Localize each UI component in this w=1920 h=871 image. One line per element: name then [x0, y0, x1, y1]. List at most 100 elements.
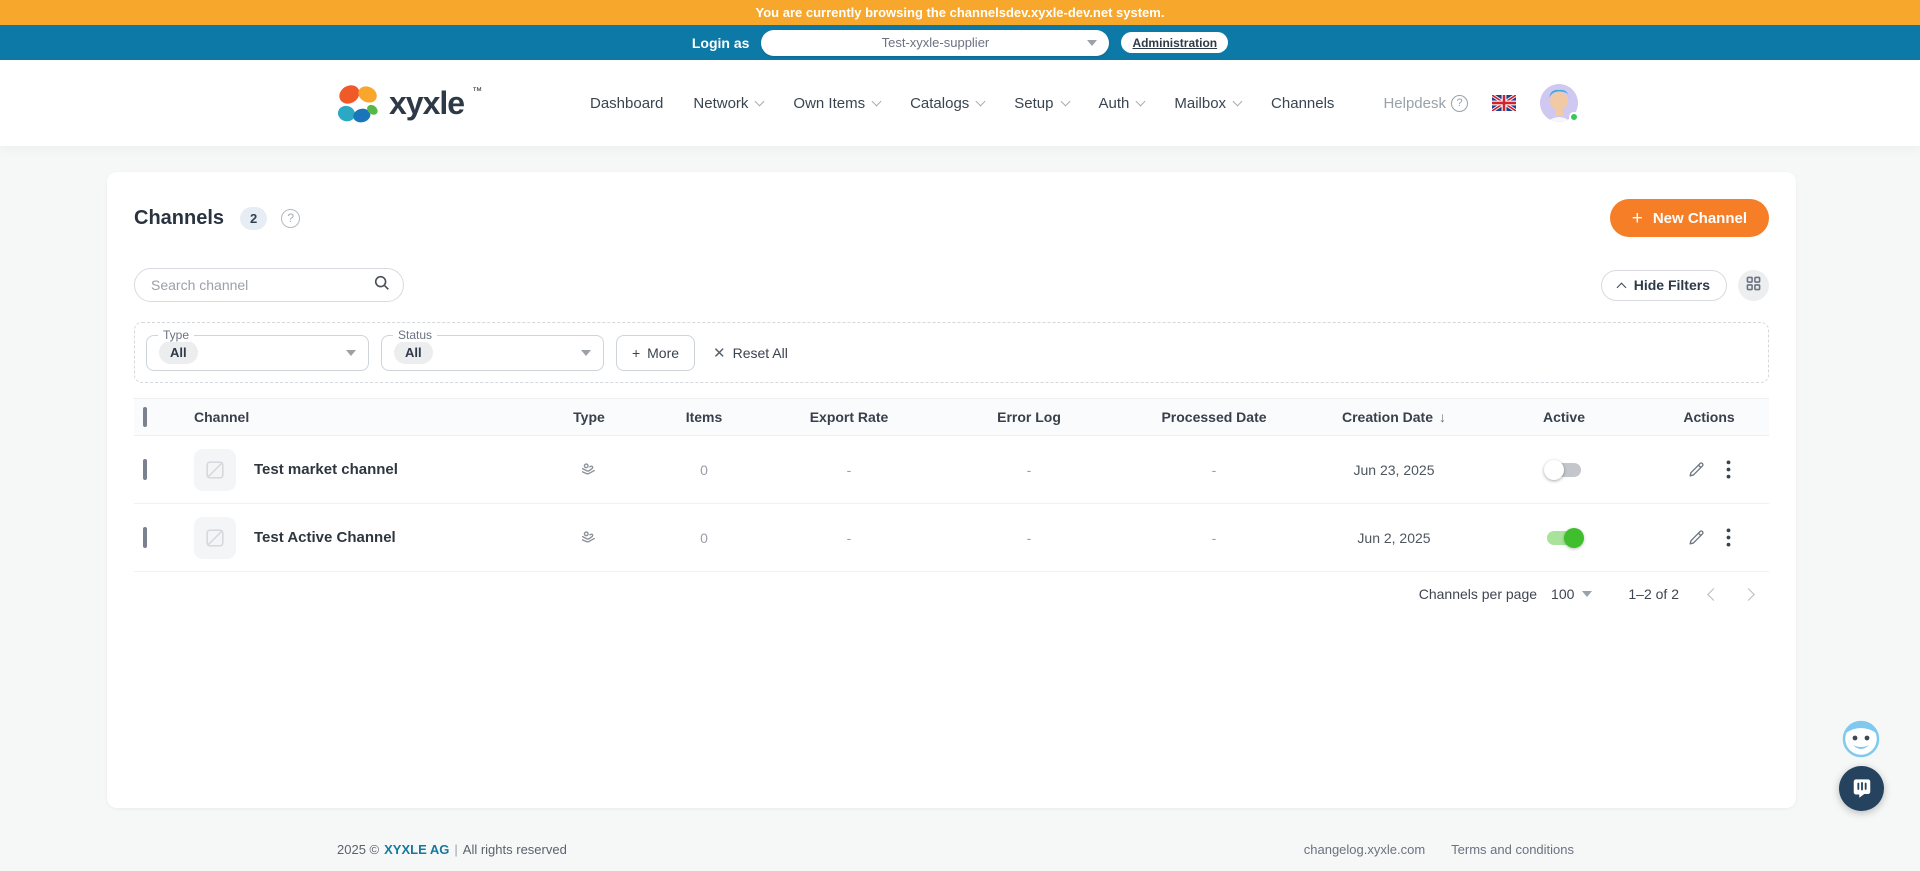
row-checkbox[interactable] — [143, 458, 147, 480]
items-value: 0 — [700, 461, 708, 478]
sort-descending-icon[interactable]: ↓ — [1439, 409, 1446, 425]
xyxle-logo-icon — [335, 82, 381, 133]
col-header-items[interactable]: Items — [649, 409, 759, 425]
col-header-export-rate[interactable]: Export Rate — [759, 409, 939, 425]
nav-item-network[interactable]: Network — [693, 95, 765, 112]
login-as-label: Login as — [691, 34, 750, 51]
administration-button[interactable]: Administration — [1121, 32, 1229, 53]
per-page-select[interactable]: 100 — [1551, 586, 1593, 602]
edit-button[interactable] — [1685, 458, 1708, 481]
chevron-down-icon — [1060, 96, 1070, 106]
helpdesk-label: Helpdesk — [1383, 94, 1446, 112]
type-filter-select[interactable]: Type All — [146, 327, 369, 371]
next-page-button[interactable] — [1742, 587, 1755, 601]
select-all-cell — [134, 407, 184, 427]
login-as-bar: Login as Test-xyxle-supplier Administrat… — [0, 25, 1920, 60]
table-header-row: Channel Type Items Export Rate Error Log… — [134, 398, 1769, 436]
page-help-icon[interactable]: ? — [281, 208, 301, 228]
channels-count-badge: 2 — [240, 206, 268, 230]
nav-item-setup[interactable]: Setup — [1014, 95, 1070, 112]
type-filter-label: Type — [158, 327, 195, 342]
col-header-channel[interactable]: Channel — [184, 409, 529, 425]
nav-item-auth[interactable]: Auth — [1098, 94, 1146, 112]
main-area: Channels 2 ? + New Channel Hide Filters — [0, 146, 1920, 871]
copyright: 2025 © XYXLE AG | All rights reserved — [337, 842, 567, 857]
active-toggle[interactable] — [1547, 527, 1584, 548]
creation-date-value: Jun 23, 2025 — [1353, 461, 1435, 478]
hide-filters-button[interactable]: Hide Filters — [1600, 269, 1727, 301]
chat-messenger-button[interactable] — [1839, 766, 1884, 811]
plus-icon: + — [631, 344, 641, 361]
company-link[interactable]: XYXLE AG — [384, 842, 449, 857]
nav-item-channels[interactable]: Channels — [1271, 95, 1334, 112]
rights-text: All rights reserved — [462, 841, 567, 857]
channels-card: Channels 2 ? + New Channel Hide Filters — [107, 172, 1796, 808]
col-header-error-log[interactable]: Error Log — [939, 409, 1119, 425]
error-log-value: - — [1026, 529, 1032, 546]
channel-thumbnail — [194, 516, 236, 559]
app-header: xyxle ™ Dashboard Network Own Items Cata… — [0, 60, 1920, 146]
error-log-value: - — [1026, 461, 1032, 478]
export-rate-value: - — [846, 529, 852, 546]
previous-page-button[interactable] — [1707, 587, 1720, 601]
col-header-active[interactable]: Active — [1479, 409, 1649, 425]
col-header-type[interactable]: Type — [529, 409, 649, 425]
changelog-link[interactable]: changelog.xyxle.com — [1304, 842, 1425, 857]
status-filter-label: Status — [393, 327, 438, 342]
page-nav — [1707, 587, 1755, 601]
assistant-robot-icon[interactable] — [1836, 713, 1886, 763]
channels-table: Channel Type Items Export Rate Error Log… — [134, 398, 1769, 572]
helpdesk-link[interactable]: Helpdesk ? — [1383, 94, 1468, 112]
language-flag-uk[interactable] — [1491, 93, 1517, 113]
more-filters-button[interactable]: + More — [616, 334, 695, 371]
chevron-down-icon — [1582, 591, 1593, 597]
user-avatar[interactable] — [1540, 84, 1579, 122]
items-value: 0 — [700, 529, 708, 546]
row-checkbox[interactable] — [143, 526, 147, 548]
nav-item-mailbox[interactable]: Mailbox — [1174, 95, 1243, 112]
channel-type-icon — [529, 459, 649, 481]
chevron-down-icon — [581, 349, 591, 356]
chevron-up-icon — [1616, 282, 1627, 292]
col-header-creation-date[interactable]: Creation Date ↓ — [1309, 409, 1479, 425]
processed-date-value: - — [1211, 529, 1217, 546]
channel-name[interactable]: Test market channel — [254, 461, 398, 478]
actions-cell — [1649, 526, 1769, 549]
search-input[interactable] — [151, 277, 373, 293]
reset-all-button[interactable]: ✕ Reset All — [713, 344, 788, 362]
status-filter-select[interactable]: Status All — [381, 327, 604, 371]
col-header-processed-date[interactable]: Processed Date — [1119, 409, 1309, 425]
grid-view-button[interactable] — [1738, 269, 1769, 301]
edit-button[interactable] — [1685, 526, 1708, 549]
select-all-checkbox[interactable] — [143, 407, 147, 427]
kebab-menu-button[interactable] — [1724, 458, 1733, 481]
active-toggle[interactable] — [1544, 459, 1581, 480]
grid-icon — [1746, 276, 1761, 294]
search-box — [134, 268, 404, 302]
pagination: Channels per page 100 1–2 of 2 — [134, 586, 1769, 602]
nav-item-dashboard[interactable]: Dashboard — [590, 95, 663, 112]
login-as-selected-value: Test-xyxle-supplier — [881, 35, 990, 50]
search-icon[interactable] — [373, 274, 391, 297]
nav-item-catalogs[interactable]: Catalogs — [910, 95, 986, 112]
col-header-actions: Actions — [1683, 409, 1735, 425]
chevron-down-icon — [1135, 96, 1146, 106]
copyright-year: 2025 © — [337, 841, 380, 857]
kebab-menu-button[interactable] — [1724, 526, 1733, 549]
channel-type-icon — [529, 527, 649, 549]
filter-panel: Type All Status All + More ✕ Reset All — [134, 322, 1769, 383]
xyxle-logo[interactable]: xyxle ™ — [335, 82, 482, 133]
title-row: Channels 2 ? + New Channel — [134, 198, 1769, 238]
per-page-label: Channels per page — [1418, 586, 1538, 602]
toggle-knob — [1544, 459, 1564, 480]
export-rate-value: - — [846, 461, 852, 478]
per-page-value: 100 — [1551, 586, 1575, 602]
new-channel-button[interactable]: + New Channel — [1609, 199, 1769, 237]
channel-name[interactable]: Test Active Channel — [254, 529, 396, 546]
nav-label: Auth — [1098, 94, 1130, 112]
page-title: Channels — [134, 206, 225, 229]
terms-link[interactable]: Terms and conditions — [1451, 842, 1574, 857]
nav-item-own-items[interactable]: Own Items — [793, 95, 882, 112]
creation-date-label: Creation Date — [1341, 409, 1434, 425]
login-as-select[interactable]: Test-xyxle-supplier — [761, 29, 1110, 56]
